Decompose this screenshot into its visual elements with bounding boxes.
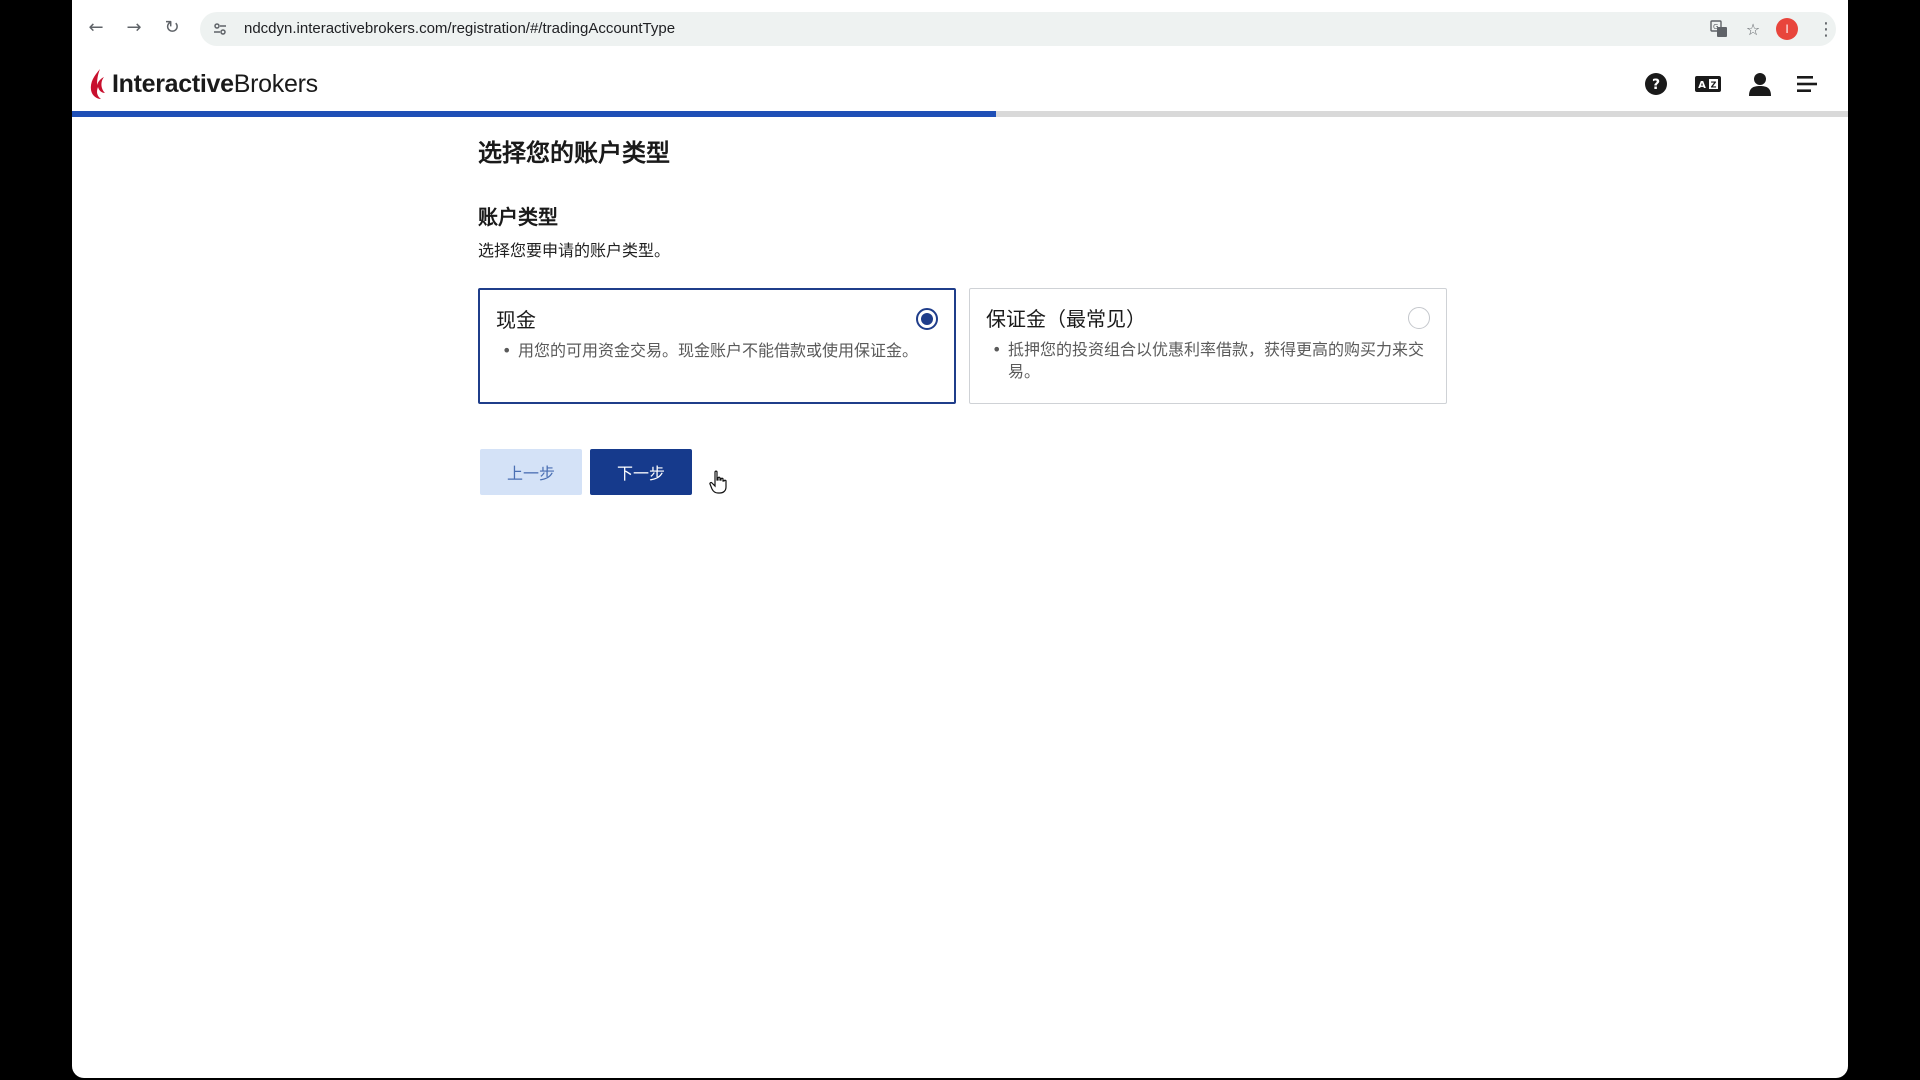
svg-text:?: ? bbox=[1652, 77, 1660, 93]
profile-avatar[interactable]: I bbox=[1776, 18, 1798, 40]
site-settings-icon[interactable] bbox=[210, 19, 230, 39]
option-title: 现金 bbox=[496, 308, 536, 332]
option-description: 用您的可用资金交易。现金账户不能借款或使用保证金。 bbox=[502, 340, 934, 362]
section-description: 选择您要申请的账户类型。 bbox=[478, 241, 671, 260]
svg-text:Z: Z bbox=[1711, 81, 1717, 90]
page-title: 选择您的账户类型 bbox=[478, 139, 670, 167]
svg-text:G: G bbox=[1713, 23, 1718, 31]
forward-arrow-icon[interactable]: → bbox=[120, 14, 148, 42]
site-header: InteractiveBrokers ? AZ bbox=[72, 56, 1848, 112]
help-icon[interactable]: ? bbox=[1642, 70, 1670, 98]
account-option-cash[interactable]: 现金 用您的可用资金交易。现金账户不能借款或使用保证金。 bbox=[478, 288, 956, 404]
star-icon[interactable]: ☆ bbox=[1742, 18, 1764, 40]
kebab-menu-icon[interactable]: ⋮ bbox=[1817, 16, 1835, 42]
translate-icon[interactable]: G bbox=[1708, 18, 1730, 40]
logo-flame-icon bbox=[90, 69, 105, 99]
reload-icon[interactable]: ↻ bbox=[158, 14, 186, 42]
back-button[interactable]: 上一步 bbox=[480, 449, 582, 495]
logo[interactable]: InteractiveBrokers bbox=[88, 66, 318, 102]
option-title: 保证金（最常见） bbox=[986, 307, 1146, 331]
registration-progress-bar bbox=[72, 111, 1848, 117]
browser-window: ← → ↻ ndcdyn.interactivebrokers.com/regi… bbox=[72, 0, 1848, 1078]
svg-text:A: A bbox=[1698, 80, 1706, 91]
radio-margin[interactable] bbox=[1408, 307, 1430, 329]
next-button[interactable]: 下一步 bbox=[590, 449, 692, 495]
language-icon[interactable]: AZ bbox=[1694, 70, 1722, 98]
registration-progress-fill bbox=[72, 111, 996, 117]
menu-icon[interactable] bbox=[1794, 70, 1822, 98]
radio-cash[interactable] bbox=[916, 308, 938, 330]
logo-text-bold: Interactive bbox=[112, 69, 234, 98]
option-description: 抵押您的投资组合以优惠利率借款，获得更高的购买力来交易。 bbox=[992, 339, 1426, 383]
section-title: 账户类型 bbox=[478, 205, 558, 229]
account-option-margin[interactable]: 保证金（最常见） 抵押您的投资组合以优惠利率借款，获得更高的购买力来交易。 bbox=[969, 288, 1447, 404]
mouse-pointer-icon bbox=[709, 470, 727, 494]
browser-toolbar: ← → ↻ ndcdyn.interactivebrokers.com/regi… bbox=[72, 0, 1848, 57]
url-text[interactable]: ndcdyn.interactivebrokers.com/registrati… bbox=[244, 20, 675, 37]
back-arrow-icon[interactable]: ← bbox=[82, 14, 110, 42]
address-bar[interactable]: ndcdyn.interactivebrokers.com/registrati… bbox=[200, 12, 1836, 46]
logo-text-regular: Brokers bbox=[233, 69, 318, 98]
user-icon[interactable] bbox=[1746, 70, 1774, 98]
